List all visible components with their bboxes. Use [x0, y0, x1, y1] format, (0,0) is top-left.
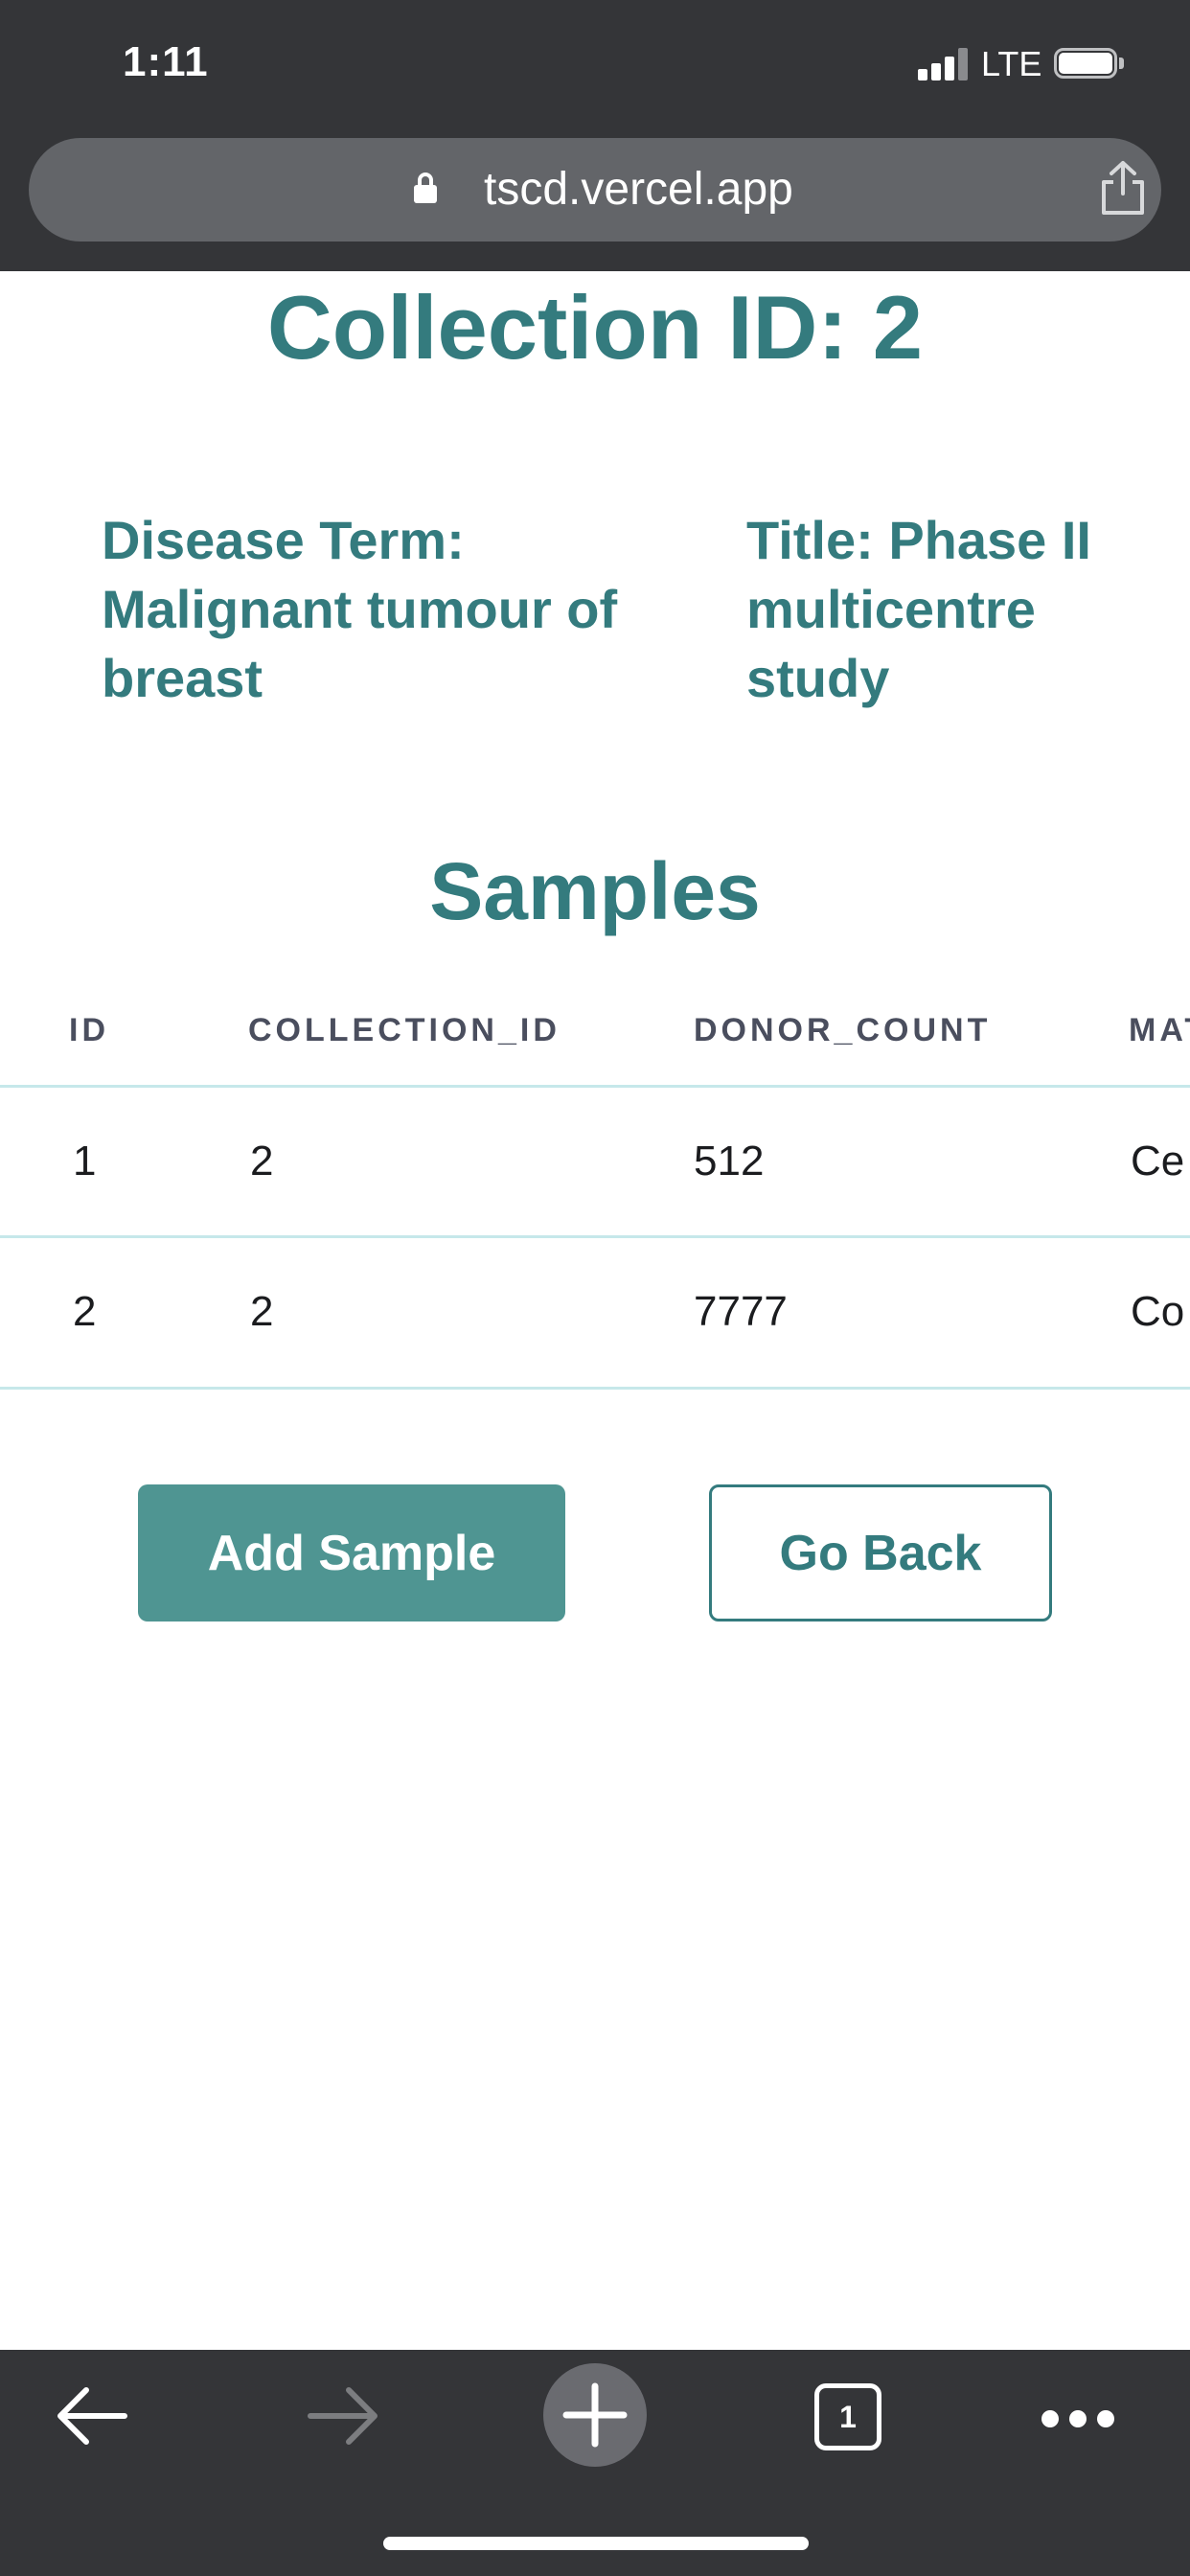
- status-time: 1:11: [123, 38, 209, 85]
- go-back-button[interactable]: Go Back: [709, 1484, 1052, 1622]
- forward-arrow-icon[interactable]: [307, 2382, 379, 2450]
- collection-title: Title: Phase II multicentre study: [746, 510, 1091, 708]
- add-sample-button[interactable]: Add Sample: [138, 1484, 565, 1622]
- table-cell: 2: [250, 1288, 274, 1335]
- tab-switcher-button[interactable]: 1: [814, 2383, 881, 2450]
- column-header-material: MAT: [1129, 1012, 1190, 1048]
- back-arrow-icon[interactable]: [56, 2382, 128, 2450]
- samples-table[interactable]: ID COLLECTION_ID DONOR_COUNT MAT 1 2 512…: [0, 974, 1190, 1392]
- new-tab-button[interactable]: [543, 2363, 647, 2467]
- network-type: LTE: [981, 44, 1042, 83]
- table-cell: 512: [694, 1138, 765, 1184]
- table-cell: 2: [250, 1138, 274, 1184]
- lock-icon: [414, 172, 437, 203]
- column-header-donor-count: DONOR_COUNT: [694, 1012, 992, 1048]
- address-bar[interactable]: tscd.vercel.app: [29, 138, 1161, 242]
- column-header-collection-id: COLLECTION_ID: [248, 1012, 561, 1048]
- home-indicator: [383, 2537, 809, 2550]
- samples-heading: Samples: [429, 846, 761, 936]
- disease-term: Disease Term: Malignant tumour of breast: [102, 510, 618, 708]
- share-icon[interactable]: [1098, 159, 1148, 217]
- cellular-signal-icon: [918, 48, 970, 80]
- url-text: tscd.vercel.app: [484, 164, 793, 215]
- row-divider: [0, 1387, 1190, 1390]
- table-cell: Co: [1131, 1288, 1185, 1335]
- table-cell: Ce: [1131, 1138, 1185, 1184]
- column-header-id: ID: [69, 1012, 109, 1048]
- table-cell: 2: [73, 1288, 97, 1335]
- page-title: Collection ID: 2: [266, 277, 924, 378]
- battery-icon: [1054, 48, 1129, 82]
- table-cell: 1: [73, 1138, 97, 1184]
- row-divider: [0, 1235, 1190, 1238]
- browser-top-chrome: 1:11 LTE tscd.vercel.app: [0, 0, 1190, 271]
- row-divider: [0, 1085, 1190, 1088]
- table-cell: 7777: [694, 1288, 788, 1335]
- plus-icon: [562, 2382, 628, 2448]
